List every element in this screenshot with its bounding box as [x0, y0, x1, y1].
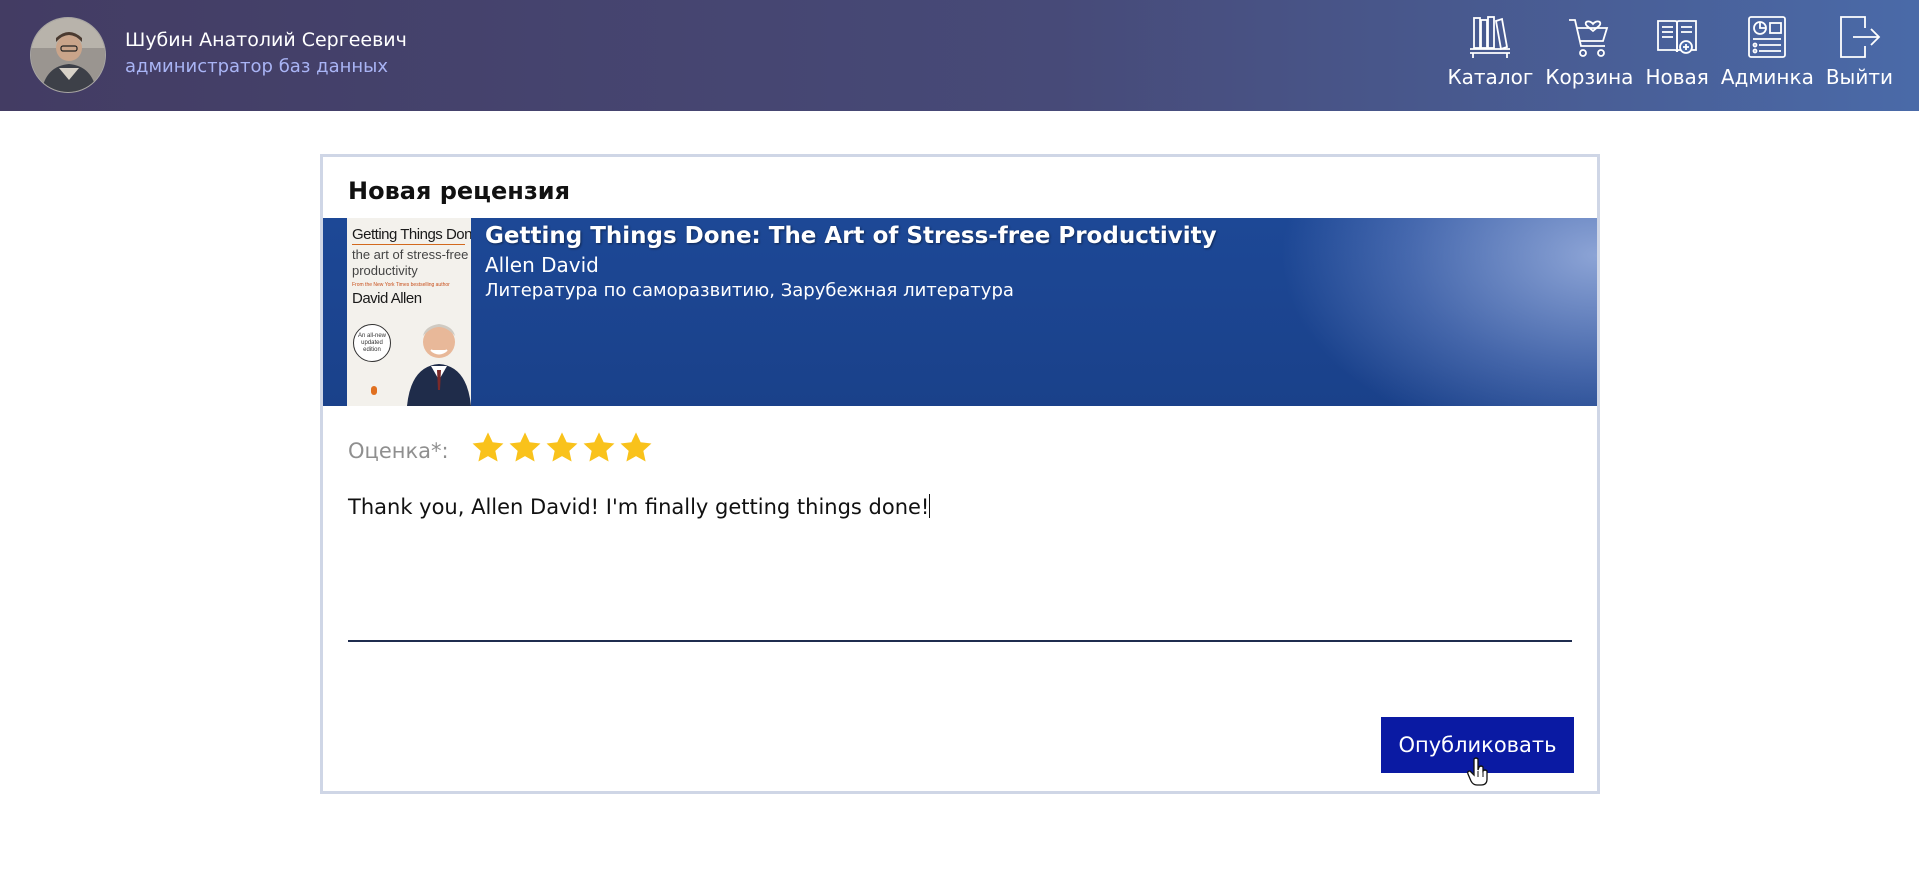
cover-title-line: Getting Things Done — [352, 226, 471, 243]
rating-label: Оценка*: — [348, 439, 449, 463]
nav-admin[interactable]: Админка — [1721, 14, 1814, 89]
nav-new-label: Новая — [1645, 65, 1709, 89]
avatar[interactable] — [30, 17, 106, 93]
main-nav: Каталог Корзина Новая Админка Выйти — [1447, 14, 1893, 89]
hand-cursor-icon — [1467, 757, 1488, 786]
nav-new[interactable]: Новая — [1645, 14, 1709, 89]
cart-icon — [1569, 19, 1609, 57]
text-caret — [929, 494, 931, 518]
star-icon[interactable] — [618, 430, 654, 466]
rating-stars[interactable] — [470, 430, 655, 466]
new-book-icon — [1657, 20, 1698, 54]
nav-catalog[interactable]: Каталог — [1447, 14, 1533, 89]
nav-catalog-label: Каталог — [1447, 65, 1534, 89]
book-genres: Литература по саморазвитию, Зарубежная л… — [485, 280, 1014, 301]
nav-cart-label: Корзина — [1545, 65, 1634, 89]
cover-badge-text: An all-new updated edition — [357, 333, 386, 353]
star-icon[interactable] — [470, 430, 506, 466]
review-textarea[interactable]: Thank you, Allen David! I'm finally gett… — [348, 490, 1572, 642]
review-text-content: Thank you, Allen David! I'm finally gett… — [348, 490, 1572, 521]
nav-admin-label: Админка — [1720, 65, 1814, 89]
book-author: Allen David — [485, 253, 599, 277]
publisher-logo-icon — [371, 386, 377, 395]
star-icon[interactable] — [544, 430, 580, 466]
nav-logout[interactable]: Выйти — [1826, 14, 1893, 89]
cover-edition-badge: An all-new updated edition — [353, 324, 391, 362]
dashboard-icon — [1748, 16, 1787, 58]
star-icon[interactable] — [507, 430, 543, 466]
nav-logout-label: Выйти — [1825, 65, 1893, 89]
cover-author: David Allen — [352, 290, 422, 307]
nav-cart[interactable]: Корзина — [1545, 14, 1633, 89]
user-name: Шубин Анатолий Сергеевич — [125, 29, 407, 51]
bookshelf-icon — [1470, 16, 1511, 58]
top-bar: Шубин Анатолий Сергеевич администратор б… — [0, 0, 1919, 111]
book-cover: Getting Things Done the art of stress-fr… — [347, 218, 471, 406]
review-text: Thank you, Allen David! I'm finally gett… — [348, 495, 930, 519]
user-role: администратор баз данных — [125, 56, 389, 77]
star-icon[interactable] — [581, 430, 617, 466]
cover-tagline: From the New York Times bestselling auth… — [352, 282, 450, 288]
cover-subtitle-line-2: productivity — [352, 263, 418, 278]
book-banner: Getting Things Done the art of stress-fr… — [323, 218, 1597, 406]
card-title: Новая рецензия — [348, 177, 570, 205]
book-title: Getting Things Done: The Art of Stress-f… — [485, 223, 1217, 249]
logout-icon — [1840, 16, 1881, 58]
author-photo — [407, 324, 471, 406]
new-review-card: Новая рецензия Getting Things Done the a… — [320, 154, 1600, 794]
cover-subtitle-line: the art of stress-free — [352, 247, 469, 262]
